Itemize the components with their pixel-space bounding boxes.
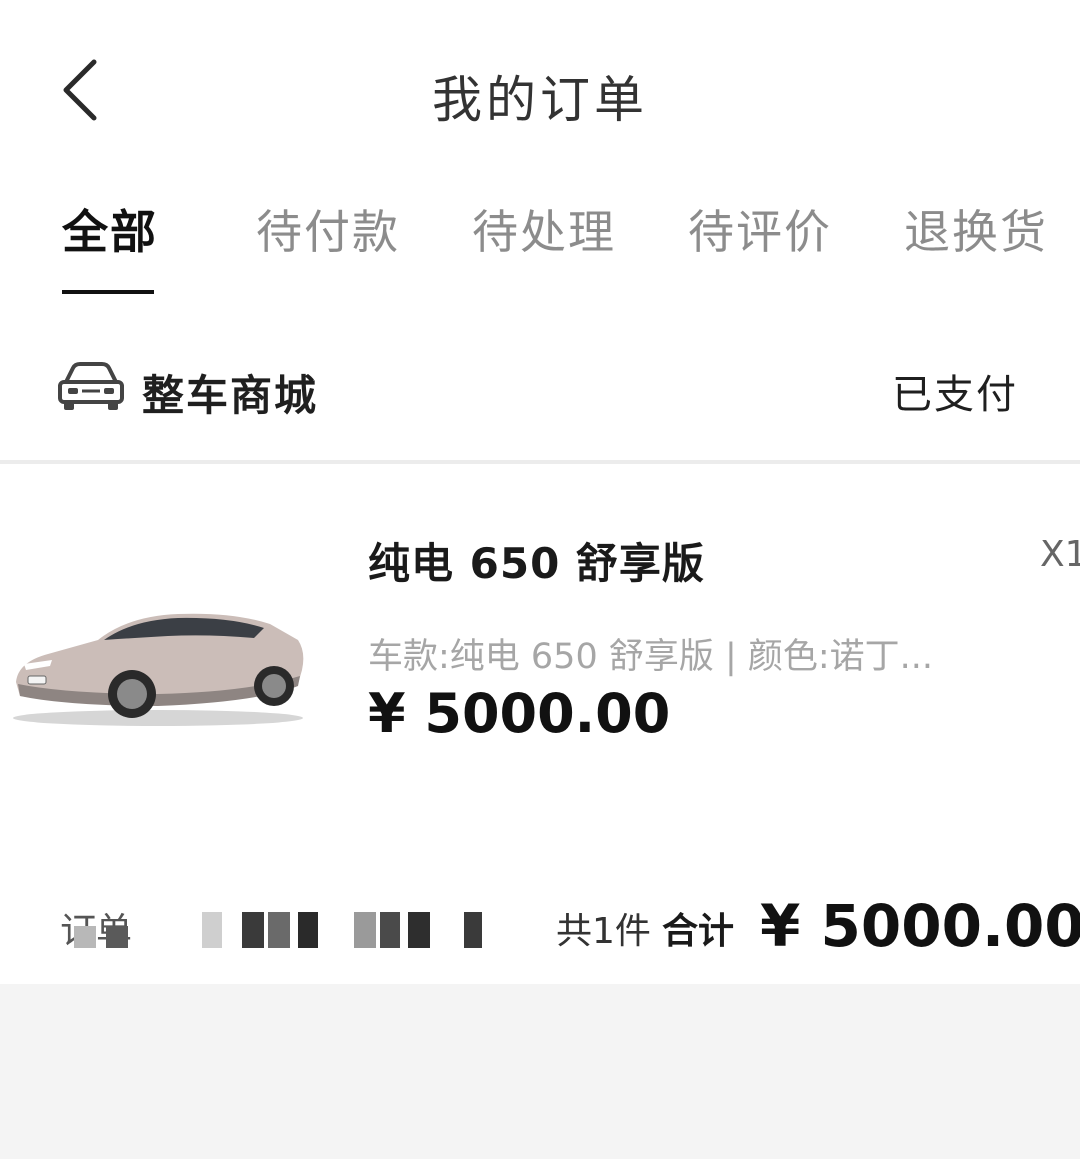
tab-pending-processing[interactable]: 待处理 <box>472 196 616 262</box>
tab-all[interactable]: 全部 <box>62 196 158 262</box>
product-quantity: X1 <box>1040 534 1080 575</box>
active-tab-indicator <box>62 290 154 294</box>
tab-returns[interactable]: 退换货 <box>904 196 1048 262</box>
total-price: ¥ 5000.00 <box>760 892 1080 960</box>
order-status: 已支付 <box>892 372 1018 418</box>
tab-pending-review[interactable]: 待评价 <box>688 196 832 262</box>
product-name[interactable]: 纯电 650 舒享版 <box>368 530 705 591</box>
product-price: ¥ 5000.00 <box>368 682 671 745</box>
store-name[interactable]: 整车商城 <box>142 362 318 423</box>
car-icon <box>58 362 124 410</box>
item-count: 共1件 <box>556 911 651 952</box>
order-number-redacted <box>72 908 512 952</box>
page-title: 我的订单 <box>432 71 648 129</box>
total-label: 合计 <box>662 911 735 952</box>
car-photo <box>13 613 304 726</box>
product-spec: 车款:纯电 650 舒享版 | 颜色:诺丁... <box>368 637 934 677</box>
tab-pending-payment[interactable]: 待付款 <box>256 196 400 262</box>
order-tabs: 全部 待付款 待处理 待评价 退换货 <box>0 196 1080 296</box>
